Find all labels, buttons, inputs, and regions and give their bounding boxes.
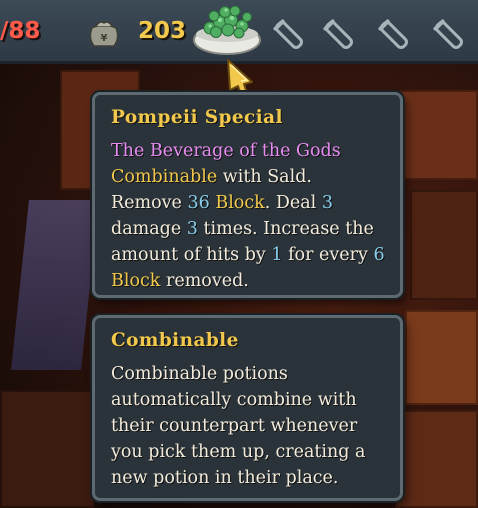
keyword-description-line: their counterpart whenever xyxy=(111,416,358,436)
description-segment: with Sald. xyxy=(217,167,312,187)
keyword-description-line: you pick them up, creating a xyxy=(111,442,366,462)
potion-description-line: Remove 36 Block. Deal 3 xyxy=(111,190,384,216)
keyword-tooltip: Combinable Combinable potions automatica… xyxy=(92,315,403,501)
description-segment: amount of hits by xyxy=(111,245,272,265)
description-segment: 3 xyxy=(186,219,198,239)
empty-potion-slot-icon[interactable] xyxy=(430,16,468,54)
keyword-description-line: new potion in their place. xyxy=(111,468,339,488)
potion-description-line: Combinable with Sald. xyxy=(111,164,384,190)
potion-description-line: The Beverage of the Gods xyxy=(111,138,384,164)
description-segment: . Deal xyxy=(264,193,322,213)
description-segment: Combinable xyxy=(111,167,218,187)
description-segment: 6 xyxy=(373,245,385,265)
keyword-description-line: Combinable potions xyxy=(111,364,288,384)
keyword-description: Combinable potions automatically combine… xyxy=(111,361,384,491)
keyword-name: Combinable xyxy=(111,330,239,351)
description-segment: times. Increase the xyxy=(197,219,374,239)
background-brick xyxy=(0,390,95,508)
empty-potion-slot-icon[interactable] xyxy=(270,16,308,54)
potion-description-line: Block removed. xyxy=(111,268,384,294)
top-bar: /88 ¥ 203 xyxy=(0,0,478,64)
description-segment: Block xyxy=(215,193,265,213)
potion-description: The Beverage of the Gods Combinable with … xyxy=(111,138,385,294)
description-segment: 36 xyxy=(187,193,210,213)
potion-description-line: damage 3 times. Increase the xyxy=(111,216,384,242)
money-bag-icon[interactable]: ¥ xyxy=(84,16,124,50)
potion-name: Pompeii Special xyxy=(111,107,283,128)
background-brick xyxy=(410,190,478,300)
potion-bowl-icon[interactable] xyxy=(190,2,264,60)
empty-potion-slot-icon[interactable] xyxy=(320,16,358,54)
description-segment: damage xyxy=(111,219,187,239)
description-segment: 3 xyxy=(321,193,333,213)
svg-text:¥: ¥ xyxy=(101,33,108,44)
hp-counter[interactable]: /88 xyxy=(0,18,40,44)
keyword-description-line: automatically combine with xyxy=(111,390,357,410)
description-segment: removed. xyxy=(160,271,249,291)
potion-description-line: amount of hits by 1 for every 6 xyxy=(111,242,385,268)
background-brick xyxy=(405,310,478,405)
description-segment: Block xyxy=(111,271,161,291)
background-creature-shape xyxy=(11,200,99,370)
empty-potion-slot-icon[interactable] xyxy=(375,16,413,54)
background-brick xyxy=(400,90,478,180)
gold-counter[interactable]: 203 xyxy=(138,18,186,44)
description-segment: for every xyxy=(282,245,374,265)
background-brick xyxy=(395,410,478,508)
game-scene: /88 ¥ 203 Pompeii Special The Beverage o… xyxy=(0,0,478,508)
description-segment: Remove xyxy=(111,193,188,213)
potion-tooltip: Pompeii Special The Beverage of the Gods… xyxy=(92,92,403,298)
description-segment: The Beverage of the Gods xyxy=(111,141,341,161)
description-segment: 1 xyxy=(271,245,283,265)
